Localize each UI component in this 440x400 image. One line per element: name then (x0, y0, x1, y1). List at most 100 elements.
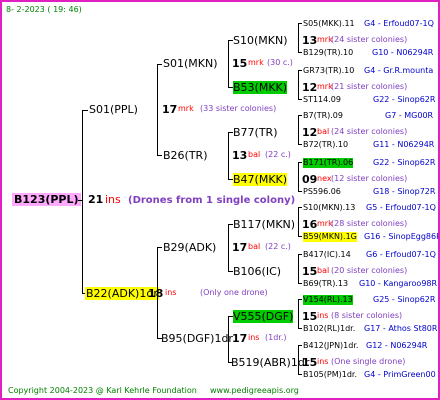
gen3-unit-2: bal (317, 127, 330, 136)
gen3-num-2: 12 (302, 126, 318, 139)
connector (228, 132, 229, 180)
connector (298, 99, 302, 100)
gen2-unit-0: mrk (248, 58, 264, 67)
gen4-left-5[interactable]: B72(TR).10 (303, 140, 348, 150)
gen2-num-1: 13 (232, 149, 248, 162)
gen4-left-10[interactable]: B417(IC).14 (303, 250, 351, 260)
gen4-right-7: G18 - Sinop72R (373, 187, 436, 196)
connector (228, 224, 229, 272)
connector (298, 144, 302, 145)
gen3-note-2: (24 sister colonies) (331, 127, 408, 136)
connector (298, 299, 302, 300)
gen2-num-3: 17 (232, 332, 248, 345)
gen3-queen-3[interactable]: B47(MKK) (233, 173, 288, 186)
gen2-num-2: 17 (232, 241, 248, 254)
gen3-note-1: (21 sister colonies) (331, 82, 408, 91)
footer-copyright: Copyright 2004-2023 @ Karl Kehrle Founda… (8, 386, 197, 395)
gen4-right-15: G4 - PrimGreen00 (364, 370, 436, 379)
connector (298, 345, 299, 375)
gen4-right-13: G17 - Athos St80R (364, 324, 438, 333)
connector (298, 374, 302, 375)
footer-url[interactable]: www.pedigreeapis.org (210, 386, 299, 396)
gen3-unit-3: nex (317, 174, 332, 183)
gen4-right-11: G10 - Kangaroo98R (359, 279, 438, 288)
gen4-left-9[interactable]: B59(MKN).1G (303, 232, 357, 242)
gen1-unit-1: ins (165, 288, 177, 297)
gen3-queen-4[interactable]: B117(MKN) (233, 218, 295, 231)
connector (298, 52, 302, 53)
root-note: (Drones from 1 single colony) (128, 195, 296, 206)
gen1-note-1: (Only one drone) (200, 288, 268, 297)
gen1-num-0: 17 (162, 103, 178, 116)
gen4-left-2[interactable]: GR73(TR).10 (303, 66, 354, 76)
gen4-right-2: G4 - Gr.R.mounta (364, 66, 434, 75)
gen3-note-3: (12 sister colonies) (331, 174, 408, 183)
gen2-note-3: (1dr.) (265, 333, 287, 342)
gen4-left-11[interactable]: B69(TR).13 (303, 279, 348, 289)
connector (78, 200, 82, 201)
gen3-queen-5[interactable]: B106(IC) (233, 265, 281, 278)
gen4-left-3[interactable]: ST114.09 (303, 95, 341, 105)
gen3-unit-7: ins (317, 357, 329, 366)
gen4-right-0: G4 - Erfoud07-1Q (364, 19, 434, 28)
gen2-note-0: (30 c.) (267, 58, 293, 67)
connector (298, 236, 302, 237)
gen4-right-9: G16 - SinopEgg86R (364, 232, 440, 241)
gen3-note-5: (20 sister colonies) (331, 266, 408, 275)
gen3-queen-2[interactable]: B77(TR) (233, 126, 278, 139)
root-queen[interactable]: B123(PPL) (12, 193, 81, 206)
gen3-note-4: (28 sister colonies) (331, 219, 408, 228)
gen4-left-8[interactable]: S10(MKN).13 (303, 203, 355, 213)
gen3-queen-6[interactable]: V555(DGF) (233, 310, 294, 323)
connector (298, 345, 302, 346)
gen2-note-1: (22 c.) (265, 150, 291, 159)
gen3-num-3: 09 (302, 173, 318, 186)
gen3-note-7: (One single drone) (331, 357, 406, 366)
gen3-num-0: 13 (302, 34, 318, 47)
date-stamp: 8- 2-2023 ( 19: 46) (6, 5, 82, 14)
gen3-queen-0[interactable]: S10(MKN) (233, 34, 288, 47)
connector (157, 64, 158, 156)
root-unit: ins (105, 193, 121, 206)
gen4-right-3: G22 - Sinop62R (373, 95, 436, 104)
gen3-note-6: (8 sister colonies) (331, 311, 403, 320)
gen4-right-1: G10 - N06294R (372, 48, 434, 57)
connector (82, 110, 88, 111)
gen2-unit-3: ins (248, 333, 260, 342)
gen4-left-14[interactable]: B412(JPN)1dr. (303, 341, 358, 351)
gen4-right-5: G11 - N06294R (373, 140, 435, 149)
gen2-queen-1[interactable]: B26(TR) (163, 149, 208, 162)
gen3-num-7: 15 (302, 356, 318, 369)
gen4-left-15[interactable]: B105(PM)1dr. (303, 370, 357, 380)
gen4-right-6: G22 - Sinop62R (373, 158, 436, 167)
gen3-num-5: 15 (302, 265, 318, 278)
gen3-num-6: 15 (302, 310, 318, 323)
gen3-num-1: 12 (302, 81, 318, 94)
gen4-right-12: G25 - Sinop62R (373, 295, 436, 304)
gen2-queen-0[interactable]: S01(MKN) (163, 57, 218, 70)
gen4-left-4[interactable]: B7(TR).09 (303, 111, 343, 121)
connector (298, 162, 302, 163)
connector (298, 23, 302, 24)
gen4-left-7[interactable]: PS596.06 (303, 187, 341, 197)
gen4-left-12[interactable]: V154(RL).13 (303, 295, 353, 305)
gen4-right-4: G7 - MG00R (385, 111, 434, 120)
gen4-left-0[interactable]: S05(MKK).11 (303, 19, 355, 29)
gen4-left-13[interactable]: B102(RL)1dr. (303, 324, 355, 334)
pedigree-frame: 8- 2-2023 ( 19: 46) B123(PPL) 21 ins (Dr… (0, 0, 440, 400)
gen4-left-1[interactable]: B129(TR).10 (303, 48, 353, 58)
connector (298, 299, 299, 329)
gen2-num-0: 15 (232, 57, 248, 70)
gen3-num-4: 16 (302, 218, 318, 231)
root-num: 21 (88, 193, 104, 206)
gen1-queen-0[interactable]: S01(PPL) (89, 103, 138, 116)
gen3-unit-5: bal (317, 266, 330, 275)
gen4-right-10: G6 - Erfoud07-1Q (366, 250, 436, 259)
connector (157, 247, 158, 339)
gen2-queen-2[interactable]: B29(ADK) (163, 241, 216, 254)
gen2-queen-3[interactable]: B95(DGF)1dr (161, 332, 233, 345)
gen3-queen-1[interactable]: B53(MKK) (233, 81, 288, 94)
gen4-right-14: G12 - N06294R (366, 341, 428, 350)
gen4-left-6[interactable]: B171(TR).06 (303, 158, 354, 168)
connector (298, 283, 302, 284)
